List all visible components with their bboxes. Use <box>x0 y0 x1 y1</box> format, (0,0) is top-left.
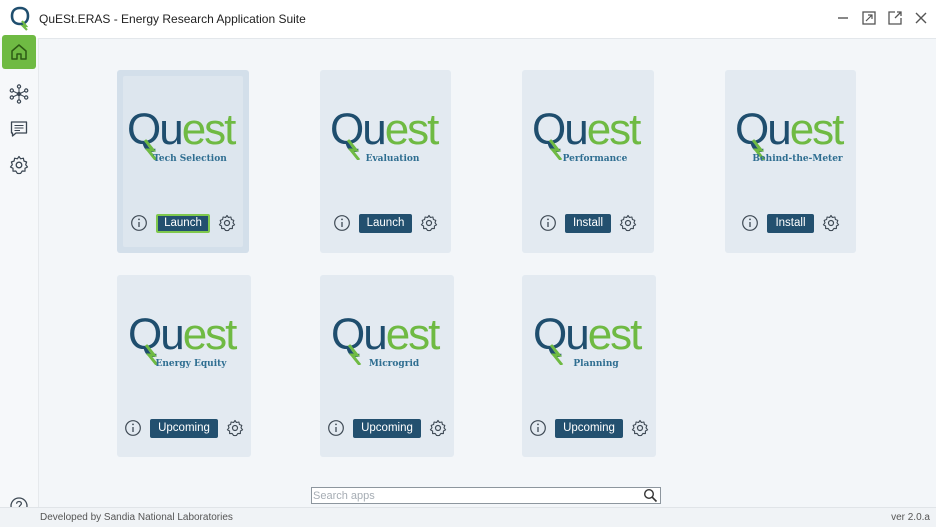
window-title: QuESt.ERAS - Energy Research Application… <box>39 12 306 26</box>
app-action-button-launch[interactable]: Launch <box>358 213 413 233</box>
app-settings-gear-icon[interactable] <box>226 419 244 437</box>
app-settings-gear-icon[interactable] <box>420 214 438 232</box>
app-subtitle: Tech Selection <box>153 154 227 164</box>
app-logo-icon <box>9 5 31 31</box>
app-card-evaluation: Quest Evaluation Launch <box>320 70 451 253</box>
chat-icon <box>9 119 29 139</box>
svg-text:Quest: Quest <box>533 315 642 359</box>
app-card-behind-the-meter: Quest Behind-the-Meter Install <box>725 70 856 253</box>
info-icon[interactable] <box>333 214 351 232</box>
search-icon[interactable] <box>643 488 658 503</box>
sidebar <box>0 35 39 526</box>
info-icon[interactable] <box>130 214 148 232</box>
app-subtitle: Energy Equity <box>155 359 227 369</box>
title-bar: QuESt.ERAS - Energy Research Application… <box>0 0 936 39</box>
svg-text:Quest: Quest <box>331 315 440 359</box>
app-action-button-upcoming[interactable]: Upcoming <box>353 418 421 438</box>
sidebar-item-messages[interactable] <box>2 112 36 146</box>
card-controls: Upcoming <box>117 417 251 439</box>
card-controls: Launch <box>117 212 249 234</box>
svg-text:Quest: Quest <box>735 110 844 154</box>
app-settings-gear-icon[interactable] <box>822 214 840 232</box>
svg-text:Quest: Quest <box>532 110 641 154</box>
app-settings-gear-icon[interactable] <box>631 419 649 437</box>
status-bar: Developed by Sandia National Laboratorie… <box>0 507 936 527</box>
app-subtitle: Microgrid <box>368 359 420 369</box>
info-icon[interactable] <box>741 214 759 232</box>
app-card-planning: Quest Planning Upcoming <box>522 275 656 457</box>
app-settings-gear-icon[interactable] <box>218 214 236 232</box>
popout-button[interactable] <box>886 9 904 27</box>
svg-text:Quest: Quest <box>330 110 439 154</box>
app-action-button-launch[interactable]: Launch <box>156 213 210 233</box>
home-icon <box>9 42 29 62</box>
svg-text:Quest: Quest <box>128 315 237 359</box>
sidebar-item-settings[interactable] <box>2 148 36 182</box>
app-action-button-install[interactable]: Install <box>767 213 814 233</box>
gear-icon <box>9 155 29 175</box>
card-controls: Upcoming <box>522 417 656 439</box>
info-icon[interactable] <box>529 419 547 437</box>
card-controls: Install <box>522 212 654 234</box>
developer-credit: Developed by Sandia National Laboratorie… <box>40 512 233 523</box>
sidebar-item-network[interactable] <box>2 77 36 111</box>
app-card-tech-selection: Quest Tech Selection Launch <box>117 70 249 253</box>
search-input[interactable] <box>313 488 639 503</box>
app-subtitle: Planning <box>573 359 619 369</box>
info-icon[interactable] <box>124 419 142 437</box>
card-controls: Install <box>725 212 856 234</box>
app-settings-gear-icon[interactable] <box>619 214 637 232</box>
restore-button[interactable] <box>860 9 878 27</box>
app-subtitle: Performance <box>562 154 628 164</box>
search-box <box>311 487 661 504</box>
svg-text:Quest: Quest <box>127 110 236 154</box>
sidebar-item-home[interactable] <box>2 35 36 69</box>
app-action-button-upcoming[interactable]: Upcoming <box>555 418 623 438</box>
card-controls: Upcoming <box>320 417 454 439</box>
close-button[interactable] <box>912 9 930 27</box>
app-card-performance: Quest Performance Install <box>522 70 654 253</box>
app-card-microgrid: Quest Microgrid Upcoming <box>320 275 454 457</box>
app-settings-gear-icon[interactable] <box>429 419 447 437</box>
app-subtitle: Evaluation <box>365 154 420 164</box>
card-controls: Launch <box>320 212 451 234</box>
minimize-button[interactable] <box>834 9 852 27</box>
version-label: ver 2.0.a <box>891 512 930 523</box>
info-icon[interactable] <box>327 419 345 437</box>
app-action-button-install[interactable]: Install <box>564 213 612 233</box>
network-icon <box>9 84 29 104</box>
app-action-button-upcoming[interactable]: Upcoming <box>150 418 218 438</box>
app-card-energy-equity: Quest Energy Equity Upcoming <box>117 275 251 457</box>
app-subtitle: Behind-the-Meter <box>752 154 843 164</box>
info-icon[interactable] <box>539 214 557 232</box>
